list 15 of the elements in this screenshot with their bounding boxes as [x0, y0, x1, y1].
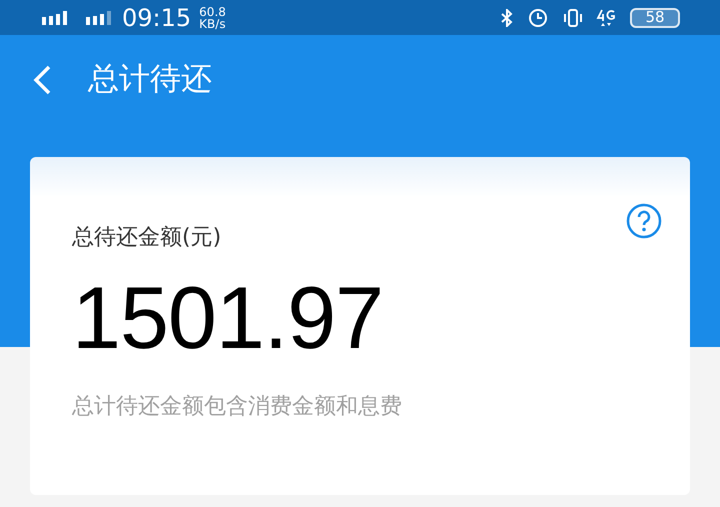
amount-value: 1501.97	[72, 274, 384, 362]
page-title: 总计待还	[88, 60, 212, 100]
speed-unit: KB/s	[199, 18, 226, 30]
clock-time: 09:15	[122, 6, 192, 30]
back-icon[interactable]	[32, 64, 52, 96]
signal-icon	[84, 10, 114, 24]
help-icon[interactable]	[626, 203, 662, 239]
amount-note: 总计待还金额包含消费金额和息费	[72, 393, 403, 421]
vibrate-icon	[562, 8, 584, 28]
amount-label: 总待还金额(元)	[72, 224, 222, 252]
bluetooth-icon	[500, 8, 514, 26]
battery-indicator: 58	[630, 8, 680, 28]
alarm-icon	[528, 8, 548, 28]
network-speed: 60.8	[199, 6, 226, 18]
network-type-icon	[596, 8, 618, 28]
